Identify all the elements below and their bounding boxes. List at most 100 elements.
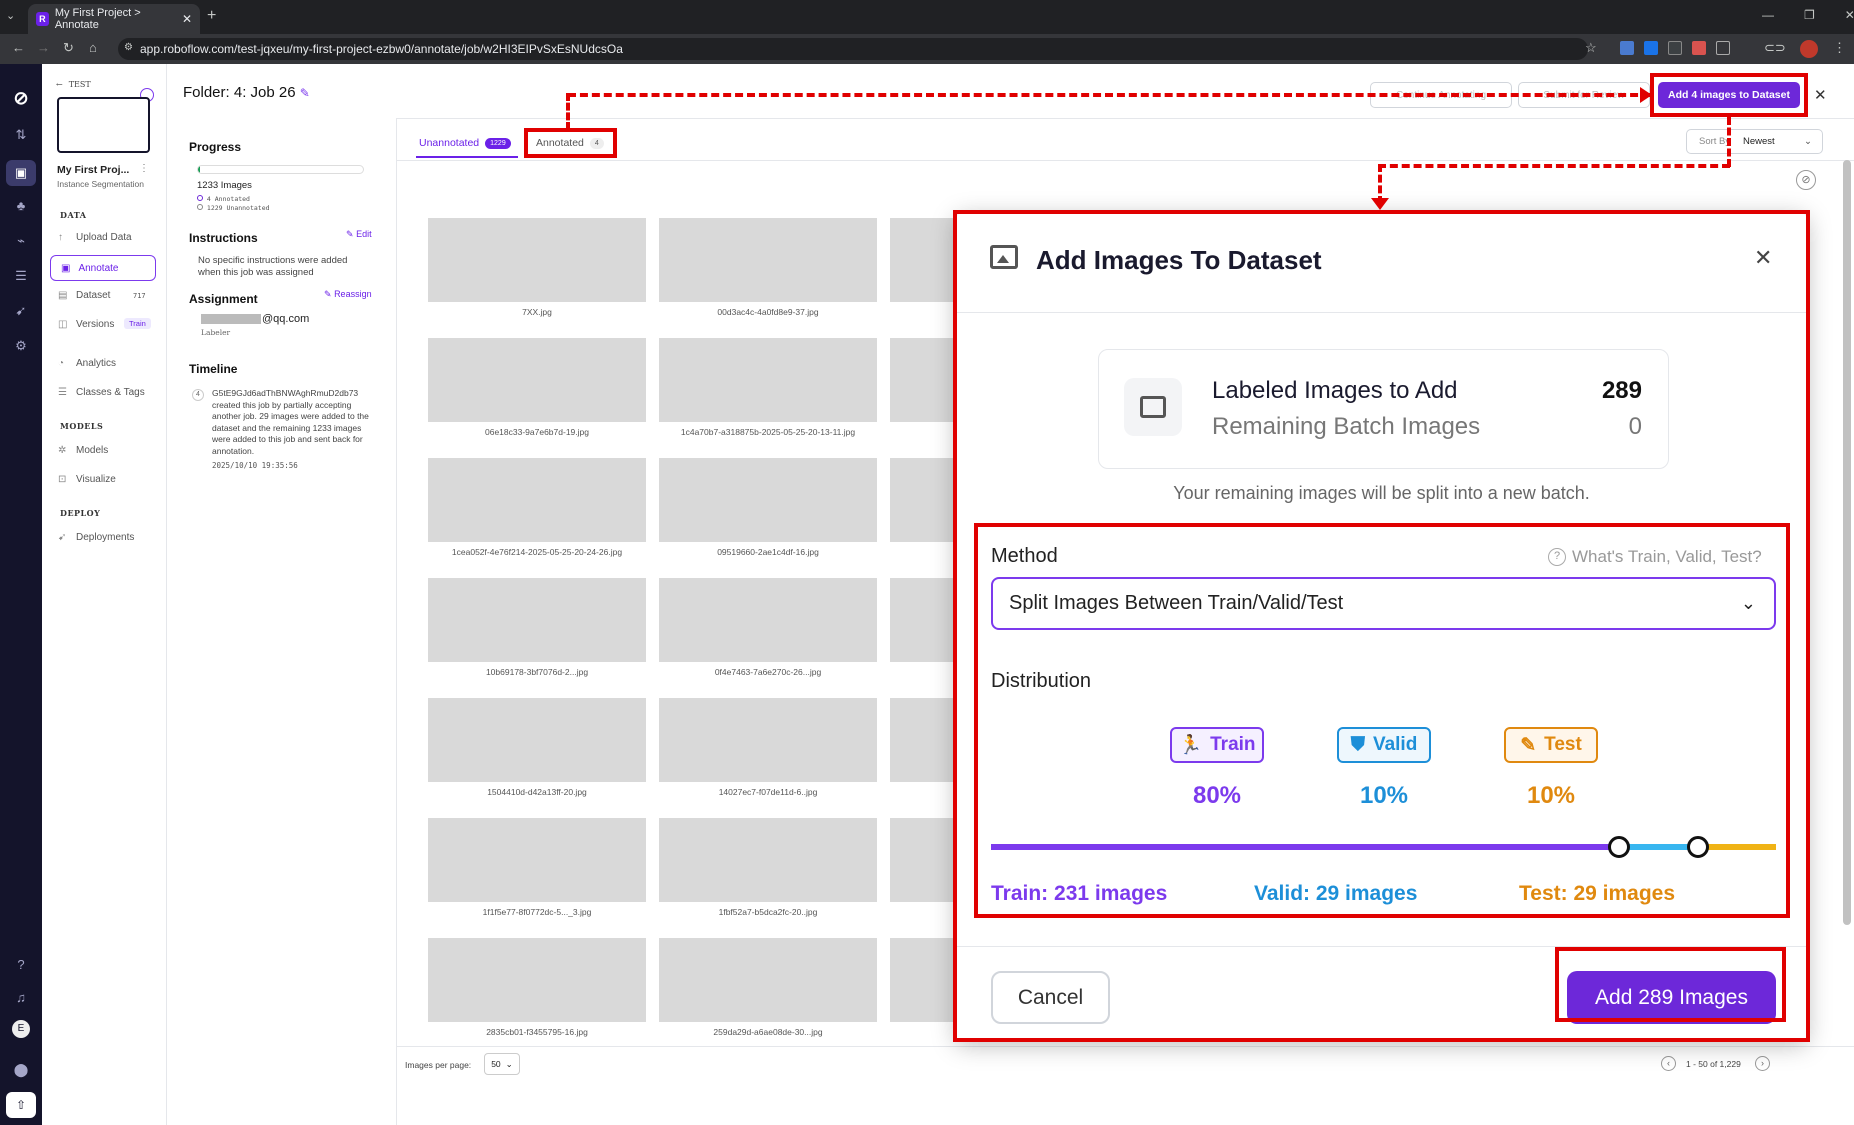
tab-unannotated-label: Unannotated xyxy=(419,137,480,149)
close-window-icon[interactable]: ✕ xyxy=(1845,8,1854,22)
nav-annotate[interactable]: ▣ Annotate xyxy=(50,255,156,281)
image-thumbnail[interactable] xyxy=(659,458,877,542)
pdf-extension-icon[interactable] xyxy=(1692,41,1706,55)
deploy-icon[interactable]: ➹ xyxy=(11,301,31,321)
nav-analytics[interactable]: ◔ Analytics xyxy=(58,358,116,369)
per-page-select[interactable]: 50 ⌄ xyxy=(484,1053,520,1075)
tab-unannotated[interactable]: Unannotated 1229 xyxy=(419,137,511,149)
monitor-icon[interactable]: ⌁ xyxy=(11,231,31,251)
dataset-icon: ▤ xyxy=(58,290,68,301)
dataset-count-badge: 717 xyxy=(133,292,146,300)
next-page-icon[interactable]: › xyxy=(1755,1056,1770,1071)
image-thumbnail[interactable] xyxy=(659,578,877,662)
site-info-icon[interactable]: ⚙ xyxy=(124,42,133,53)
upload-icon[interactable]: ⇧ xyxy=(6,1092,36,1118)
reassign-link[interactable]: ✎ Reassign xyxy=(324,289,372,300)
image-thumbnail[interactable] xyxy=(428,698,646,782)
new-tab-icon[interactable]: + xyxy=(207,7,216,25)
minimize-icon[interactable]: — xyxy=(1762,8,1774,22)
page-range: 1 - 50 of 1,229 xyxy=(1686,1059,1741,1069)
sort-dropdown[interactable]: Sort By Newest ⌄ xyxy=(1686,129,1823,154)
nav-versions-label: Versions xyxy=(76,319,115,330)
tab-list-icon[interactable]: ⌄ xyxy=(6,9,15,22)
download-extension-icon[interactable] xyxy=(1644,41,1658,55)
edit-title-icon[interactable]: ✎ xyxy=(300,86,310,100)
image-thumbnail[interactable] xyxy=(659,698,877,782)
nav-visualize[interactable]: ⊡ Visualize xyxy=(58,474,116,485)
nav-upload-data[interactable]: ↑ Upload Data xyxy=(58,232,132,243)
image-thumbnail[interactable] xyxy=(428,818,646,902)
sort-label: Sort By xyxy=(1699,136,1731,147)
timeline-date: 2025/10/10 19:35:56 xyxy=(212,461,298,470)
home-icon[interactable]: ⌂ xyxy=(89,40,97,55)
translate-extension-icon[interactable] xyxy=(1620,41,1634,55)
back-arrow-icon: ← xyxy=(56,80,63,89)
url-bar[interactable]: app.roboflow.com/test-jqxeu/my-first-pro… xyxy=(118,38,1588,60)
image-filename: 1504410d-d42a13ff-20.jpg xyxy=(487,787,587,797)
transfer-icon[interactable]: ⇅ xyxy=(11,125,31,145)
project-menu-icon[interactable]: ⋮ xyxy=(139,163,149,174)
roboflow-logo-icon[interactable]: ⊘ xyxy=(11,88,31,108)
image-filename: 00d3ac4c-4a0fd8e9-37.jpg xyxy=(717,307,819,317)
profile-avatar[interactable] xyxy=(1800,40,1818,58)
workflows-icon[interactable]: ♣ xyxy=(11,196,31,216)
image-filename: 1f1f5e77-8f0772dc-5..._3.jpg xyxy=(482,907,592,917)
settings-icon[interactable]: ⚙ xyxy=(11,336,31,356)
notifications-icon[interactable]: ♫ xyxy=(11,988,31,1008)
project-thumbnail[interactable] xyxy=(57,97,150,153)
page-title: Folder: 4: Job 26 ✎ xyxy=(183,84,310,101)
unannotated-count: 1229 Unannotated xyxy=(206,204,270,212)
prev-page-icon[interactable]: ‹ xyxy=(1661,1056,1676,1071)
reload-icon[interactable]: ↻ xyxy=(63,40,74,56)
edit-icon: ✎ xyxy=(346,229,354,239)
nav-versions[interactable]: ◫ Versions xyxy=(58,319,114,330)
close-job-icon[interactable]: ✕ xyxy=(1814,86,1827,104)
image-thumbnail[interactable] xyxy=(659,818,877,902)
restore-icon[interactable]: ❐ xyxy=(1804,8,1815,22)
project-sidebar xyxy=(42,64,167,1125)
image-thumbnail[interactable] xyxy=(659,338,877,422)
image-thumbnail[interactable] xyxy=(428,938,646,1022)
bookmark-star-icon[interactable]: ☆ xyxy=(1585,40,1597,56)
browser-menu-icon[interactable]: ⋮ xyxy=(1833,40,1846,56)
progress-title: Progress xyxy=(189,140,242,154)
user-avatar[interactable]: E xyxy=(12,1020,30,1038)
upgrade-icon[interactable]: ⬤ xyxy=(11,1060,31,1080)
image-thumbnail[interactable] xyxy=(659,218,877,302)
back-to-workspace[interactable]: ← TEST xyxy=(56,80,91,89)
image-filename: 1cea052f-4e76f214-2025-05-25-20-24-26.jp… xyxy=(451,547,623,557)
hide-annotations-icon[interactable]: ⊘ xyxy=(1796,170,1816,190)
nav-dataset[interactable]: ▤ Dataset xyxy=(58,290,110,301)
browser-tab[interactable]: R My First Project > Annotate ✕ xyxy=(28,4,200,34)
image-thumbnail[interactable] xyxy=(659,938,877,1022)
storage-icon[interactable]: ☰ xyxy=(11,266,31,286)
nav-models[interactable]: ✲ Models xyxy=(58,445,108,456)
close-tab-icon[interactable]: ✕ xyxy=(182,12,192,26)
nav-classes-tags[interactable]: ☰ Classes & Tags xyxy=(58,387,145,398)
scrollbar-thumb[interactable] xyxy=(1843,160,1851,925)
image-thumbnail[interactable] xyxy=(428,338,646,422)
connector-dashed-vertical-right xyxy=(1727,117,1731,167)
edit-instructions-link[interactable]: ✎ Edit xyxy=(346,229,372,240)
image-thumbnail[interactable] xyxy=(428,458,646,542)
help-icon[interactable]: ? xyxy=(11,955,31,975)
image-thumbnail[interactable] xyxy=(428,578,646,662)
nav-deployments[interactable]: ➹ Deployments xyxy=(58,532,134,543)
edit-label: Edit xyxy=(356,229,372,239)
per-page-value: 50 xyxy=(491,1059,501,1069)
back-arrow-icon[interactable]: ← xyxy=(12,40,25,55)
timeline-title: Timeline xyxy=(189,362,238,376)
projects-icon[interactable]: ▣ xyxy=(11,163,31,183)
section-models: MODELS xyxy=(60,421,104,431)
forward-arrow-icon[interactable]: → xyxy=(37,40,50,55)
image-thumbnail[interactable] xyxy=(428,218,646,302)
connector-dashed-horizontal xyxy=(568,93,1650,97)
capture-extension-icon[interactable] xyxy=(1668,41,1682,55)
connector-dashed-horizontal-lower xyxy=(1378,164,1730,168)
extensions-puzzle-icon[interactable] xyxy=(1716,41,1730,55)
image-filename: 7XX.jpg xyxy=(522,307,552,317)
link-icon[interactable]: ⊂⊃ xyxy=(1764,40,1786,56)
header-divider xyxy=(397,118,1854,119)
workspace-name: TEST xyxy=(68,80,91,89)
image-filename: 06e18c33-9a7e6b7d-19.jpg xyxy=(485,427,589,437)
